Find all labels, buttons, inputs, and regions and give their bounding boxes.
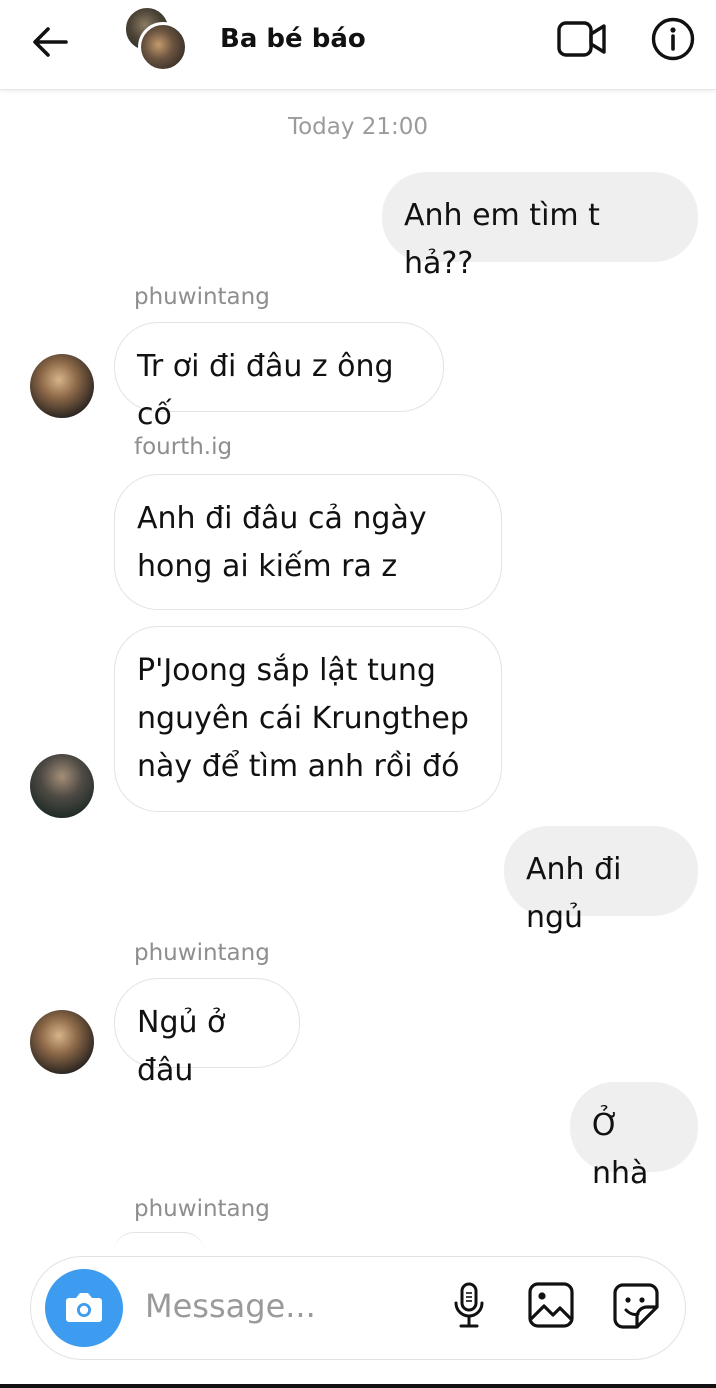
message-text-line: P'Joong sắp lật tung [137, 653, 436, 688]
sender-name: fourth.ig [134, 434, 233, 460]
sender-avatar[interactable] [30, 754, 94, 818]
voice-message-button[interactable] [449, 1281, 489, 1331]
sender-name: phuwintang [134, 940, 270, 966]
message-text-line: nguyên cái Krungthep [137, 701, 469, 736]
sender-avatar[interactable] [30, 354, 94, 418]
back-button[interactable] [28, 22, 72, 62]
group-avatar[interactable] [124, 6, 190, 72]
info-button[interactable] [650, 16, 696, 62]
outgoing-message[interactable]: Anh em tìm t hả?? [382, 172, 698, 281]
bottom-edge [0, 1384, 716, 1388]
message-composer: Message... [30, 1256, 686, 1360]
microphone-icon [454, 1282, 484, 1328]
chat-header: Ba bé báo [0, 0, 716, 90]
video-call-button[interactable] [556, 18, 608, 60]
outgoing-message[interactable]: Ở nhà [570, 1082, 698, 1191]
message-text-line: hong ai kiếm ra z [137, 549, 398, 584]
message-text: Ngủ ở đâu [137, 1005, 226, 1088]
message-text-line: này để tìm anh rồi đó [137, 749, 460, 784]
incoming-message[interactable]: Tr ơi đi đâu z ông cố [114, 322, 444, 432]
message-input[interactable]: Message... [145, 1287, 316, 1325]
group-avatar-front [138, 22, 188, 72]
incoming-message[interactable]: P'Joong sắp lật tung nguyên cái Krungthe… [114, 626, 502, 812]
sender-name: phuwintang [134, 1196, 270, 1222]
message-text: Anh đi ngủ [526, 852, 622, 935]
back-arrow-icon [33, 27, 68, 57]
message-text: Anh em tìm t hả?? [404, 198, 600, 281]
sender-name: phuwintang [134, 284, 270, 310]
gallery-icon [528, 1282, 574, 1328]
message-text-line: Anh đi đâu cả ngày [137, 501, 427, 536]
chat-title[interactable]: Ba bé báo [220, 24, 366, 54]
video-call-icon [557, 21, 606, 57]
gallery-button[interactable] [527, 1281, 575, 1329]
camera-icon [66, 1293, 102, 1322]
camera-button[interactable] [45, 1269, 123, 1347]
message-text: Tr ơi đi đâu z ông cố [137, 349, 394, 432]
message-timestamp: Today 21:00 [287, 114, 429, 140]
sender-avatar[interactable] [30, 1010, 94, 1074]
sticker-button[interactable] [611, 1281, 661, 1331]
incoming-message-partial [114, 1232, 204, 1252]
outgoing-message[interactable]: Anh đi ngủ [504, 826, 698, 935]
message-text: Ở nhà [592, 1108, 649, 1191]
sticker-icon [613, 1283, 659, 1329]
info-icon [651, 17, 695, 61]
incoming-message[interactable]: Ngủ ở đâu [114, 978, 300, 1088]
incoming-message[interactable]: Anh đi đâu cả ngày hong ai kiếm ra z [114, 474, 502, 610]
